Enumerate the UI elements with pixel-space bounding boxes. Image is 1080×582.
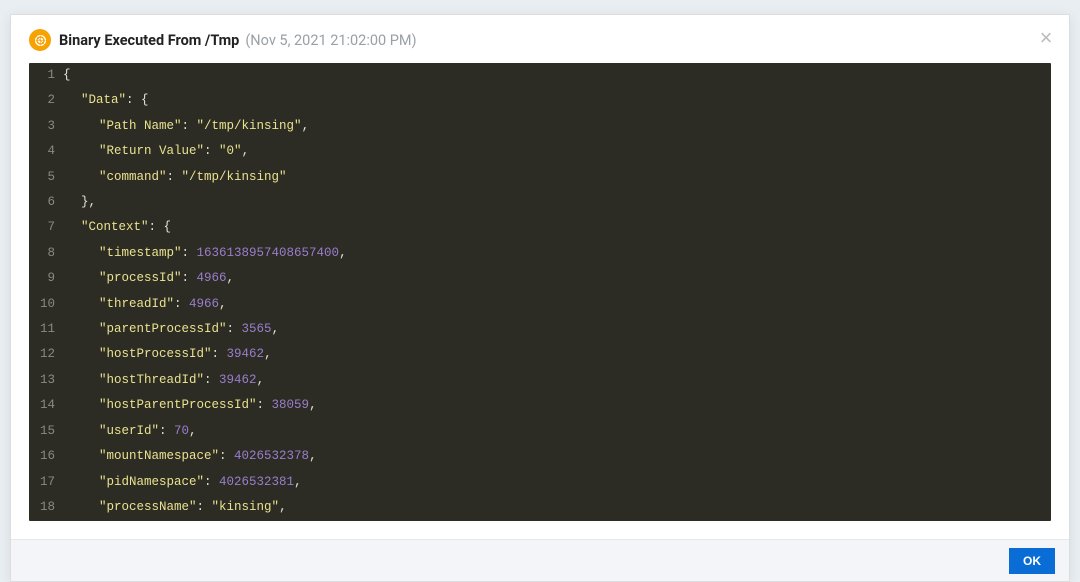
modal-footer: OK (11, 539, 1069, 581)
code-line: 1{ (29, 63, 1051, 88)
line-number: 8 (29, 241, 55, 266)
line-content: "Path Name": "/tmp/kinsing", (55, 114, 309, 139)
code-line: 5"command": "/tmp/kinsing" (29, 165, 1051, 190)
code-line: 12"hostProcessId": 39462, (29, 342, 1051, 367)
code-line: 13"hostThreadId": 39462, (29, 368, 1051, 393)
line-number: 3 (29, 114, 55, 139)
line-content: }, (55, 190, 96, 215)
close-button[interactable]: × (1037, 29, 1055, 47)
line-content: "userId": 70, (55, 419, 197, 444)
line-number: 2 (29, 88, 55, 113)
event-details-modal: Binary Executed From /Tmp (Nov 5, 2021 2… (10, 14, 1070, 582)
alert-icon (29, 29, 51, 51)
line-number: 11 (29, 317, 55, 342)
modal-header: Binary Executed From /Tmp (Nov 5, 2021 2… (11, 15, 1069, 63)
line-content: "command": "/tmp/kinsing" (55, 165, 287, 190)
line-content: "processId": 4966, (55, 266, 234, 291)
line-number: 7 (29, 215, 55, 240)
line-number: 18 (29, 495, 55, 520)
line-content: "processName": "kinsing", (55, 495, 287, 520)
line-content: "Return Value": "0", (55, 139, 249, 164)
code-line: 14"hostParentProcessId": 38059, (29, 393, 1051, 418)
ok-button[interactable]: OK (1009, 548, 1055, 574)
line-content: "hostThreadId": 39462, (55, 368, 264, 393)
line-content: { (55, 63, 71, 88)
line-content: "Context": { (55, 215, 171, 240)
line-number: 6 (29, 190, 55, 215)
line-number: 10 (29, 292, 55, 317)
code-line: 16"mountNamespace": 4026532378, (29, 444, 1051, 469)
code-line: 8"timestamp": 1636138957408657400, (29, 241, 1051, 266)
line-number: 9 (29, 266, 55, 291)
line-number: 5 (29, 165, 55, 190)
code-line: 3"Path Name": "/tmp/kinsing", (29, 114, 1051, 139)
line-number: 1 (29, 63, 55, 88)
line-content: "Data": { (55, 88, 149, 113)
modal-title: Binary Executed From /Tmp (59, 32, 239, 49)
line-content: "threadId": 4966, (55, 292, 227, 317)
code-line: 9"processId": 4966, (29, 266, 1051, 291)
json-code-viewer[interactable]: 1{2"Data": {3"Path Name": "/tmp/kinsing"… (29, 63, 1051, 521)
line-content: "pidNamespace": 4026532381, (55, 470, 302, 495)
line-number: 12 (29, 342, 55, 367)
code-line: 15"userId": 70, (29, 419, 1051, 444)
line-content: "hostParentProcessId": 38059, (55, 393, 317, 418)
line-number: 17 (29, 470, 55, 495)
line-content: "parentProcessId": 3565, (55, 317, 279, 342)
line-content: "timestamp": 1636138957408657400, (55, 241, 347, 266)
line-number: 4 (29, 139, 55, 164)
line-number: 16 (29, 444, 55, 469)
line-content: "mountNamespace": 4026532378, (55, 444, 317, 469)
line-number: 15 (29, 419, 55, 444)
code-line: 4"Return Value": "0", (29, 139, 1051, 164)
code-line: 6}, (29, 190, 1051, 215)
code-line: 18"processName": "kinsing", (29, 495, 1051, 520)
modal-timestamp: (Nov 5, 2021 21:02:00 PM) (245, 32, 416, 49)
code-line: 17"pidNamespace": 4026532381, (29, 470, 1051, 495)
code-line: 11"parentProcessId": 3565, (29, 317, 1051, 342)
code-line: 7"Context": { (29, 215, 1051, 240)
code-line: 2"Data": { (29, 88, 1051, 113)
line-content: "hostProcessId": 39462, (55, 342, 272, 367)
code-line: 10"threadId": 4966, (29, 292, 1051, 317)
line-number: 13 (29, 368, 55, 393)
line-number: 14 (29, 393, 55, 418)
